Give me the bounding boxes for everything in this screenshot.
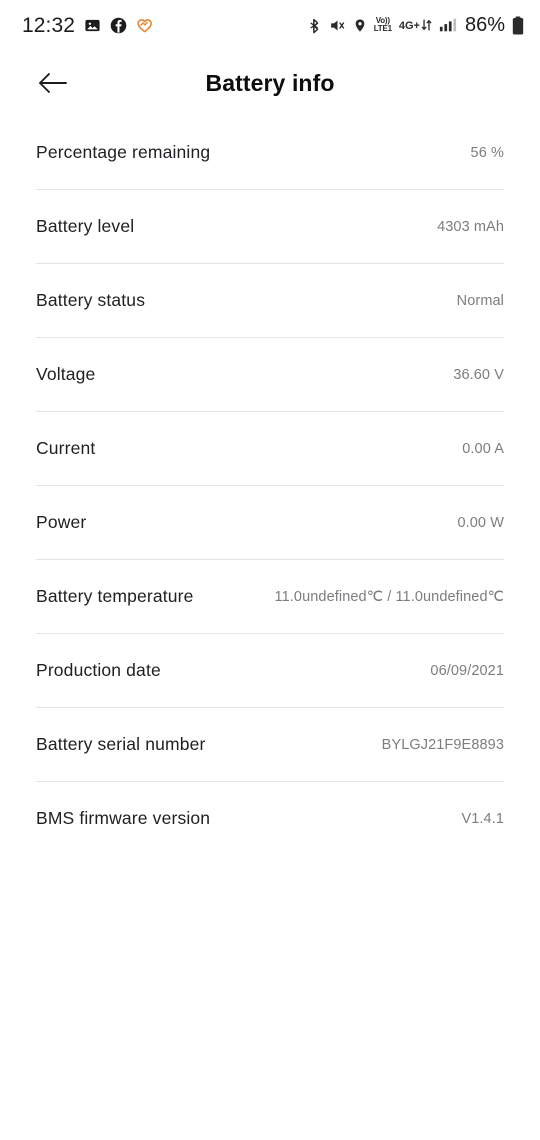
- row-value: 06/09/2021: [430, 662, 504, 679]
- back-arrow-icon: [39, 73, 67, 93]
- facebook-icon: [110, 17, 127, 34]
- table-row[interactable]: Battery temperature 11.0undefined℃ / 11.…: [36, 560, 504, 633]
- row-value: Normal: [456, 292, 504, 309]
- row-value: 4303 mAh: [437, 218, 504, 235]
- row-value: 11.0undefined℃ / 11.0undefined℃: [274, 588, 504, 605]
- table-row[interactable]: Production date 06/09/2021: [36, 634, 504, 707]
- battery-percent-label: 86%: [464, 14, 505, 36]
- status-bar-clock: 12:32: [22, 13, 76, 37]
- row-label: Battery level: [36, 216, 135, 236]
- bluetooth-icon: [307, 16, 322, 35]
- status-bar-left: 12:32: [22, 15, 153, 36]
- row-label: BMS firmware version: [36, 808, 211, 828]
- signal-bars-icon: [439, 17, 457, 33]
- network-type-label: 4G+: [398, 20, 420, 32]
- table-row[interactable]: Percentage remaining 56 %: [36, 116, 504, 189]
- back-button[interactable]: [30, 62, 76, 104]
- table-row[interactable]: Current 0.00 A: [36, 412, 504, 485]
- volte-bottom-label: LTE1: [373, 24, 392, 33]
- table-row[interactable]: Voltage 36.60 V: [36, 338, 504, 411]
- battery-icon: [512, 16, 524, 35]
- heart-icon: [136, 17, 153, 34]
- location-icon: [353, 17, 367, 34]
- volte-indicator: Vo)) LTE1: [374, 17, 392, 33]
- table-row[interactable]: Battery status Normal: [36, 264, 504, 337]
- row-label: Battery temperature: [36, 586, 194, 606]
- row-value: V1.4.1: [461, 810, 504, 827]
- row-value: 0.00 A: [462, 440, 504, 457]
- mute-icon: [329, 17, 346, 34]
- row-label: Voltage: [36, 364, 96, 384]
- row-value: 36.60 V: [453, 366, 504, 383]
- status-bar-right: Vo)) LTE1 4G+ 86%: [307, 15, 524, 35]
- battery-info-list: Percentage remaining 56 % Battery level …: [0, 116, 540, 855]
- row-value: 0.00 W: [457, 514, 504, 531]
- row-label: Percentage remaining: [36, 142, 211, 162]
- status-bar: 12:32 Vo)) LTE1 4G+ 86%: [0, 0, 540, 50]
- row-label: Battery status: [36, 290, 146, 310]
- table-row[interactable]: Power 0.00 W: [36, 486, 504, 559]
- table-row[interactable]: BMS firmware version V1.4.1: [36, 782, 504, 855]
- network-type-indicator: 4G+: [399, 18, 432, 32]
- row-label: Power: [36, 512, 87, 532]
- page-title: Battery info: [205, 69, 335, 96]
- row-value: BYLGJ21F9E8893: [381, 736, 504, 753]
- row-value: 56 %: [470, 144, 504, 161]
- row-label: Battery serial number: [36, 734, 206, 754]
- gallery-icon: [84, 17, 101, 34]
- row-label: Production date: [36, 660, 161, 680]
- app-bar: Battery info: [0, 50, 540, 116]
- table-row[interactable]: Battery serial number BYLGJ21F9E8893: [36, 708, 504, 781]
- table-row[interactable]: Battery level 4303 mAh: [36, 190, 504, 263]
- row-label: Current: [36, 438, 96, 458]
